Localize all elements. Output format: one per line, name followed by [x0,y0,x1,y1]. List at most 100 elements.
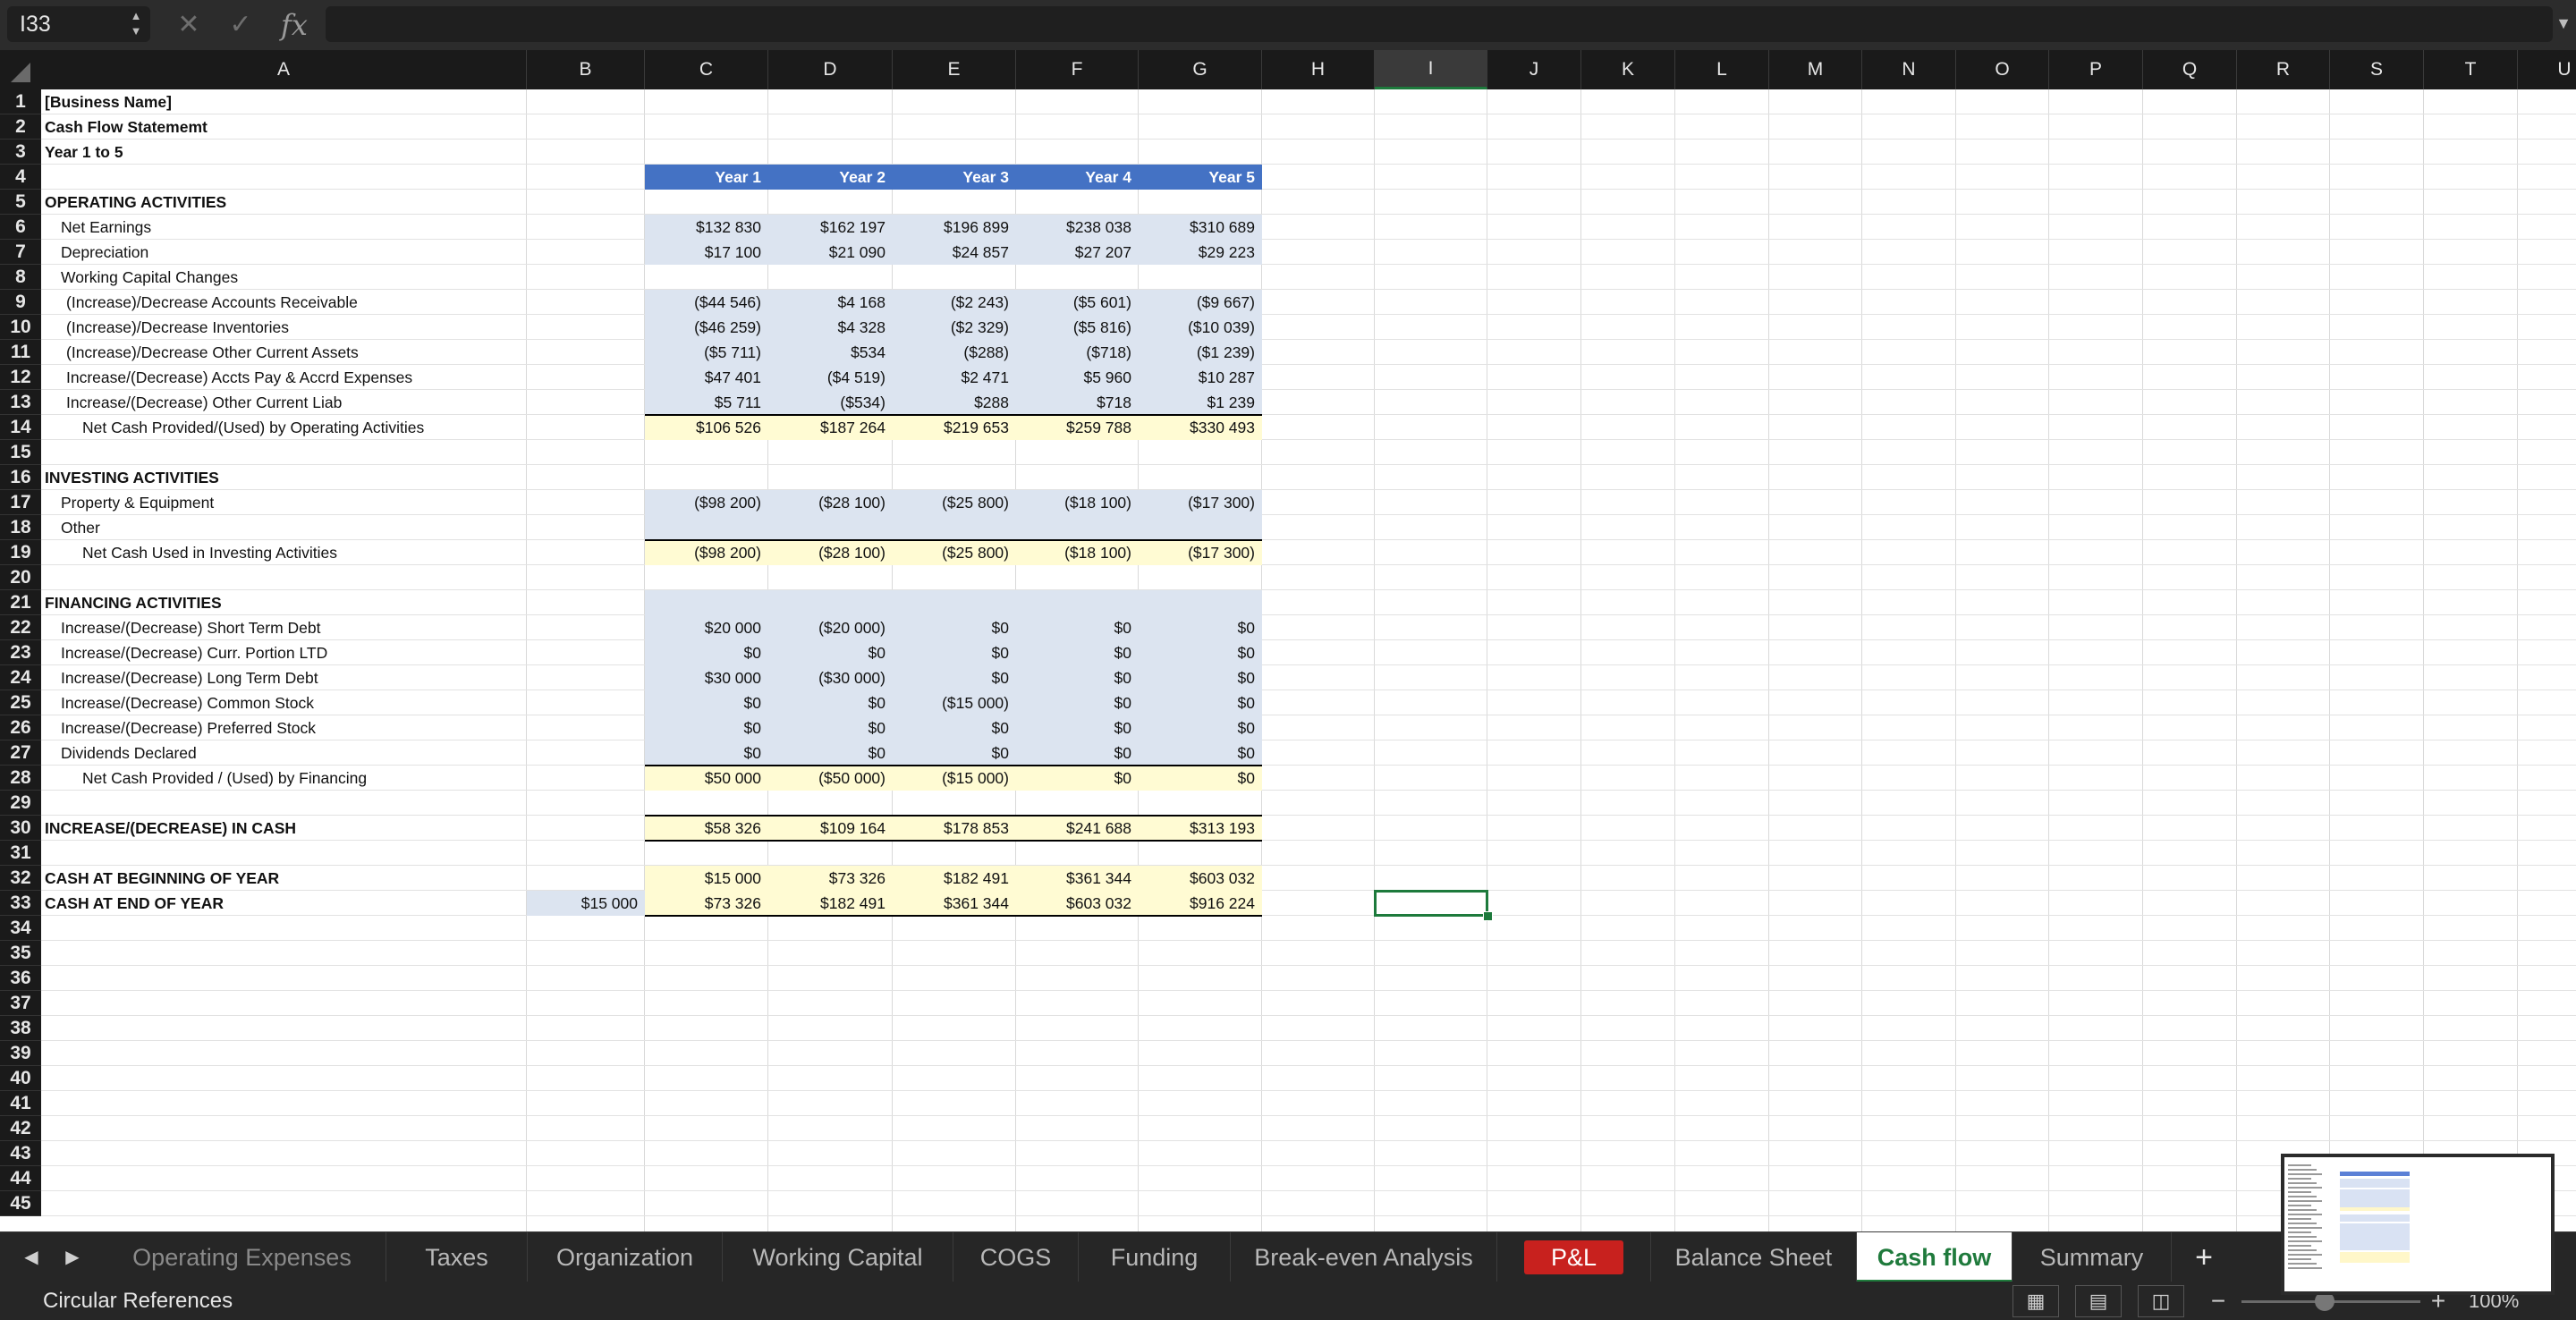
value-cell[interactable]: $361 344 [893,891,1016,916]
row-header-25[interactable]: 25 [0,690,41,715]
row-header-9[interactable]: 9 [0,290,41,315]
chevron-down-icon[interactable]: ▼ [2555,13,2572,34]
grid-view-icon[interactable]: ▦ [2012,1285,2059,1317]
tab-funding[interactable]: Funding [1079,1232,1231,1282]
column-header-t[interactable]: T [2424,50,2518,89]
row-label-26[interactable]: Increase/(Decrease) Preferred Stock [41,715,527,740]
row-header-24[interactable]: 24 [0,665,41,690]
value-cell[interactable]: $0 [1016,766,1139,791]
value-cell[interactable]: $73 326 [645,891,768,916]
value-cell[interactable]: ($46 259) [645,315,768,340]
value-cell[interactable]: $0 [1016,615,1139,640]
value-cell[interactable]: $4 168 [768,290,893,315]
value-cell[interactable]: ($5 601) [1016,290,1139,315]
column-header-f[interactable]: F [1016,50,1139,89]
value-cell[interactable]: $47 401 [645,365,768,390]
value-cell[interactable]: $310 689 [1139,215,1262,240]
value-cell[interactable]: $288 [893,390,1016,415]
row-header-37[interactable]: 37 [0,991,41,1016]
tab-operating-expenses[interactable]: Operating Expenses [98,1232,386,1282]
value-cell[interactable]: $259 788 [1016,415,1139,440]
value-cell[interactable]: $30 000 [645,665,768,690]
tab-organization[interactable]: Organization [528,1232,723,1282]
value-cell[interactable]: ($534) [768,390,893,415]
value-cell[interactable]: ($9 667) [1139,290,1262,315]
column-header-c[interactable]: C [645,50,768,89]
row-header-23[interactable]: 23 [0,640,41,665]
row-label-22[interactable]: Increase/(Decrease) Short Term Debt [41,615,527,640]
value-cell[interactable]: $916 224 [1139,891,1262,916]
value-cell[interactable]: $196 899 [893,215,1016,240]
value-cell[interactable]: $603 032 [1139,866,1262,891]
value-cell[interactable]: $0 [893,715,1016,740]
value-cell[interactable]: ($2 329) [893,315,1016,340]
value-cell[interactable]: $5 960 [1016,365,1139,390]
row-label-21[interactable]: FINANCING ACTIVITIES [41,590,527,615]
function-icon[interactable]: fx [281,7,317,43]
row-header-22[interactable]: 22 [0,615,41,640]
row-header-45[interactable]: 45 [0,1191,41,1216]
value-cell[interactable]: $0 [1016,690,1139,715]
row-header-26[interactable]: 26 [0,715,41,740]
value-cell[interactable]: ($718) [1016,340,1139,365]
column-header-k[interactable]: K [1581,50,1675,89]
value-cell[interactable]: $73 326 [768,866,893,891]
row-header-14[interactable]: 14 [0,415,41,440]
value-cell[interactable]: $29 223 [1139,240,1262,265]
value-cell[interactable]: $21 090 [768,240,893,265]
select-all-corner[interactable] [0,50,41,89]
value-cell[interactable]: $0 [645,715,768,740]
cell-a1[interactable]: [Business Name] [41,89,527,114]
value-cell[interactable]: $58 326 [645,816,768,841]
value-cell[interactable]: ($20 000) [768,615,893,640]
row-label-33[interactable]: CASH AT END OF YEAR [41,891,527,916]
chevron-right-icon[interactable]: ▶ [59,1241,86,1273]
add-sheet-button[interactable]: + [2184,1232,2224,1282]
column-header-u[interactable]: U [2518,50,2576,89]
row-label-10[interactable]: (Increase)/Decrease Inventories [41,315,527,340]
row-header-32[interactable]: 32 [0,866,41,891]
value-cell[interactable]: ($44 546) [645,290,768,315]
page-layout-icon[interactable]: ▤ [2075,1285,2122,1317]
row-header-3[interactable]: 3 [0,140,41,165]
row-label-16[interactable]: INVESTING ACTIVITIES [41,465,527,490]
value-cell[interactable]: $182 491 [893,866,1016,891]
value-cell[interactable]: $0 [1139,665,1262,690]
column-header-i[interactable]: I [1375,50,1487,89]
value-cell[interactable]: ($15 000) [893,690,1016,715]
cell-a3[interactable]: Year 1 to 5 [41,140,527,165]
row-label-32[interactable]: CASH AT BEGINNING OF YEAR [41,866,527,891]
value-cell[interactable]: ($288) [893,340,1016,365]
row-header-29[interactable]: 29 [0,791,41,816]
column-header-m[interactable]: M [1769,50,1862,89]
value-cell[interactable]: $0 [893,615,1016,640]
value-cell[interactable]: $0 [768,715,893,740]
cell-a2[interactable]: Cash Flow Statememt [41,114,527,140]
row-header-4[interactable]: 4 [0,165,41,190]
row-header-8[interactable]: 8 [0,265,41,290]
row-label-12[interactable]: Increase/(Decrease) Accts Pay & Accrd Ex… [41,365,527,390]
year-header-1[interactable]: Year 1 [645,165,768,190]
row-header-5[interactable]: 5 [0,190,41,215]
tab-taxes[interactable]: Taxes [386,1232,528,1282]
row-label-28[interactable]: Net Cash Provided / (Used) by Financing [41,766,527,791]
column-header-l[interactable]: L [1675,50,1769,89]
row-label-13[interactable]: Increase/(Decrease) Other Current Liab [41,390,527,415]
row-header-1[interactable]: 1 [0,89,41,114]
tab-p-l[interactable]: P&L [1497,1232,1651,1282]
row-header-13[interactable]: 13 [0,390,41,415]
row-header-42[interactable]: 42 [0,1116,41,1141]
value-cell[interactable]: $603 032 [1016,891,1139,916]
row-label-30[interactable]: INCREASE/(DECREASE) IN CASH [41,816,527,841]
column-header-o[interactable]: O [1956,50,2049,89]
value-cell[interactable]: $27 207 [1016,240,1139,265]
row-label-5[interactable]: OPERATING ACTIVITIES [41,190,527,215]
value-cell[interactable]: $238 038 [1016,215,1139,240]
value-cell[interactable]: ($1 239) [1139,340,1262,365]
row-header-19[interactable]: 19 [0,540,41,565]
value-cell[interactable]: $718 [1016,390,1139,415]
tab-working-capital[interactable]: Working Capital [723,1232,953,1282]
value-cell[interactable]: $10 287 [1139,365,1262,390]
row-header-7[interactable]: 7 [0,240,41,265]
value-cell[interactable]: ($15 000) [893,766,1016,791]
